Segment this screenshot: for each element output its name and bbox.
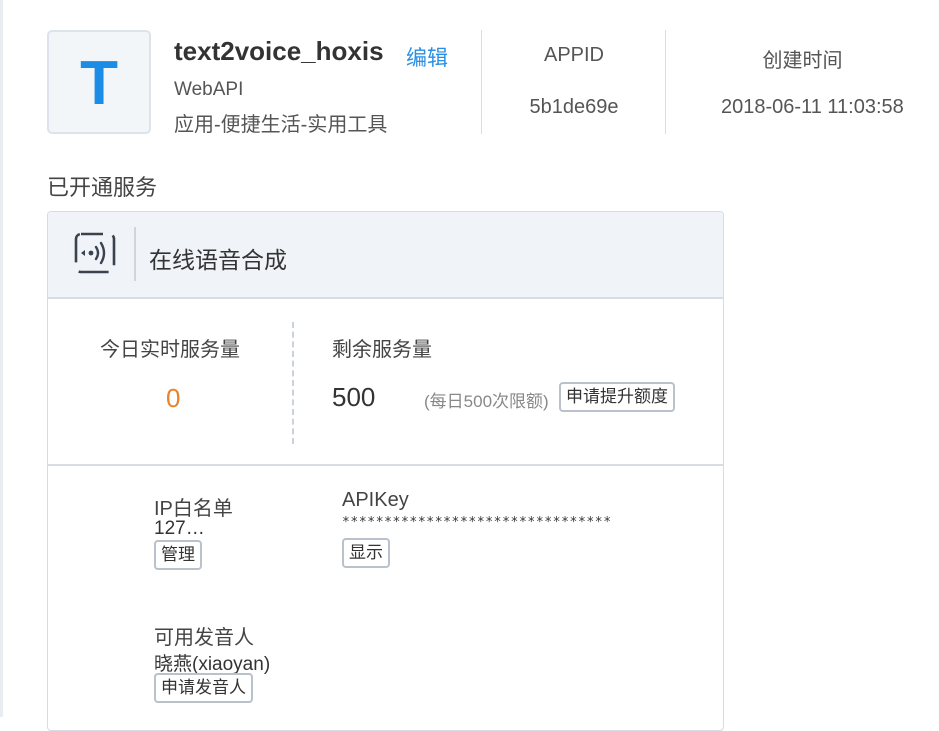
raise-quota-button[interactable]: 申请提升额度 <box>559 382 675 412</box>
voices-label: 可用发音人 <box>154 627 254 649</box>
today-usage-value: 0 <box>166 383 181 413</box>
voices-value: 晓燕(xiaoyan) <box>154 654 271 675</box>
app-category: 应用-便捷生活-实用工具 <box>174 114 388 136</box>
header-divider <box>134 227 136 281</box>
appid-value: 5b1de69e <box>529 96 619 118</box>
stats-divider <box>292 322 294 444</box>
ip-whitelist-label: IP白名单 <box>154 498 233 520</box>
daily-limit-note: (每日500次限额) <box>424 392 549 411</box>
service-card: 在线语音合成 今日实时服务量 0 剩余服务量 500 (每日500次限额) 申请… <box>47 211 724 731</box>
apply-voice-button[interactable]: 申请发音人 <box>154 673 253 703</box>
remaining-value: 500 <box>332 382 376 412</box>
apikey-masked-value: ******************************** <box>342 515 612 530</box>
speaker-wave-icon <box>74 232 116 274</box>
service-name: 在线语音合成 <box>149 247 287 273</box>
app-avatar: T <box>47 30 151 134</box>
appid-label: APPID <box>543 44 605 66</box>
app-type: WebAPI <box>174 79 244 100</box>
created-label: 创建时间 <box>762 50 843 72</box>
services-title: 已开通服务 <box>47 175 158 200</box>
ip-manage-button[interactable]: 管理 <box>154 540 202 570</box>
created-value: 2018-06-11 11:03:58 <box>721 96 904 118</box>
edit-link[interactable]: 编辑 <box>406 42 448 72</box>
apikey-show-button[interactable]: 显示 <box>342 538 390 568</box>
app-avatar-letter: T <box>80 49 118 118</box>
service-card-header: 在线语音合成 <box>48 212 723 299</box>
apikey-label: APIKey <box>342 489 409 511</box>
ip-whitelist-value: 127… <box>154 518 205 539</box>
today-usage-label: 今日实时服务量 <box>100 339 240 361</box>
left-border <box>0 0 3 717</box>
section-divider <box>48 464 723 466</box>
remaining-label: 剩余服务量 <box>332 339 432 361</box>
app-name: text2voice_hoxis <box>174 36 384 66</box>
